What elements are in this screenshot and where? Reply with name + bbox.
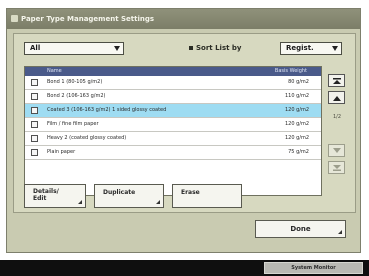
details-edit-label: Details/ Edit [33,188,59,202]
list-item[interactable]: Coated 3 (106-163 g/m2) 1 sided glossy c… [25,104,321,118]
corner-mark-icon [338,230,342,234]
scroll-top-icon [333,78,341,84]
list-item-weight: 120 g/m2 [284,121,309,127]
paper-icon [31,149,38,156]
scroll-up-button[interactable] [328,91,345,104]
paper-icon [31,93,38,100]
chevron-down-icon [114,46,120,51]
list-item-name: Coated 3 (106-163 g/m2) 1 sided glossy c… [47,107,167,113]
triangle-up-icon [333,96,341,101]
list-item[interactable]: Bond 1 (80-105 g/m2) 80 g/m2 [25,76,321,90]
scroll-top-button[interactable] [328,74,345,87]
list-item-name: Plain paper [47,149,76,155]
header-size: Basis Weight [274,68,307,74]
settings-icon [11,15,18,22]
erase-button[interactable]: Erase [172,184,242,208]
list-item-name: Bond 2 (106-163 g/m2) [47,93,106,99]
erase-label: Erase [181,189,200,196]
duplicate-button[interactable]: Duplicate [94,184,164,208]
paper-type-panel: All Sort List by Regist. Name Basis Weig… [13,33,356,213]
list-item-weight: 120 g/m2 [284,107,309,113]
list-item[interactable]: Heavy 2 (coated glossy coated) 120 g/m2 [25,132,321,146]
corner-mark-icon [78,200,82,204]
duplicate-label: Duplicate [103,189,136,196]
corner-mark-icon [156,200,160,204]
paper-icon [31,107,38,114]
done-button[interactable]: Done [255,220,346,238]
scroll-down-button[interactable] [328,144,345,157]
system-monitor-button[interactable]: System Monitor [264,262,363,274]
bullet-icon [189,46,193,50]
list-item-name: Film / fine film paper [47,121,99,127]
list-item-weight: 110 g/m2 [284,93,309,99]
title-bar: Paper Type Management Settings [7,9,360,29]
scroll-controls: 1/2 [326,74,348,194]
list-item[interactable]: Plain paper 75 g/m2 [25,146,321,160]
settings-screen: Paper Type Management Settings All Sort … [6,8,361,253]
sort-dropdown[interactable]: Regist. [280,42,342,55]
list-item-weight: 80 g/m2 [288,79,309,85]
list-header: Name Basis Weight [25,67,321,76]
paper-icon [31,121,38,128]
paper-type-list: Name Basis Weight Bond 1 (80-105 g/m2) 80… [24,66,322,196]
sort-value: Regist. [286,44,314,52]
list-item-weight: 120 g/m2 [284,135,309,141]
header-name: Name [47,68,62,74]
filter-value: All [30,44,41,52]
list-item-name: Heavy 2 (coated glossy coated) [47,135,127,141]
triangle-down-icon [333,148,341,153]
list-item-weight: 75 g/m2 [288,149,309,155]
system-monitor-label: System Monitor [291,265,336,271]
window-title: Paper Type Management Settings [21,15,155,23]
list-item[interactable]: Bond 2 (106-163 g/m2) 110 g/m2 [25,90,321,104]
done-label: Done [290,225,311,233]
filter-dropdown[interactable]: All [24,42,124,55]
page-indicator: 1/2 [332,114,342,120]
scroll-bottom-icon [333,165,341,171]
scroll-bottom-button[interactable] [328,161,345,174]
paper-icon [31,79,38,86]
paper-icon [31,135,38,142]
list-item-name: Bond 1 (80-105 g/m2) [47,79,103,85]
list-item[interactable]: Film / fine film paper 120 g/m2 [25,118,321,132]
sort-label: Sort List by [189,44,241,52]
details-edit-button[interactable]: Details/ Edit [24,184,86,208]
chevron-down-icon [332,46,338,51]
sort-label-text: Sort List by [196,44,242,52]
